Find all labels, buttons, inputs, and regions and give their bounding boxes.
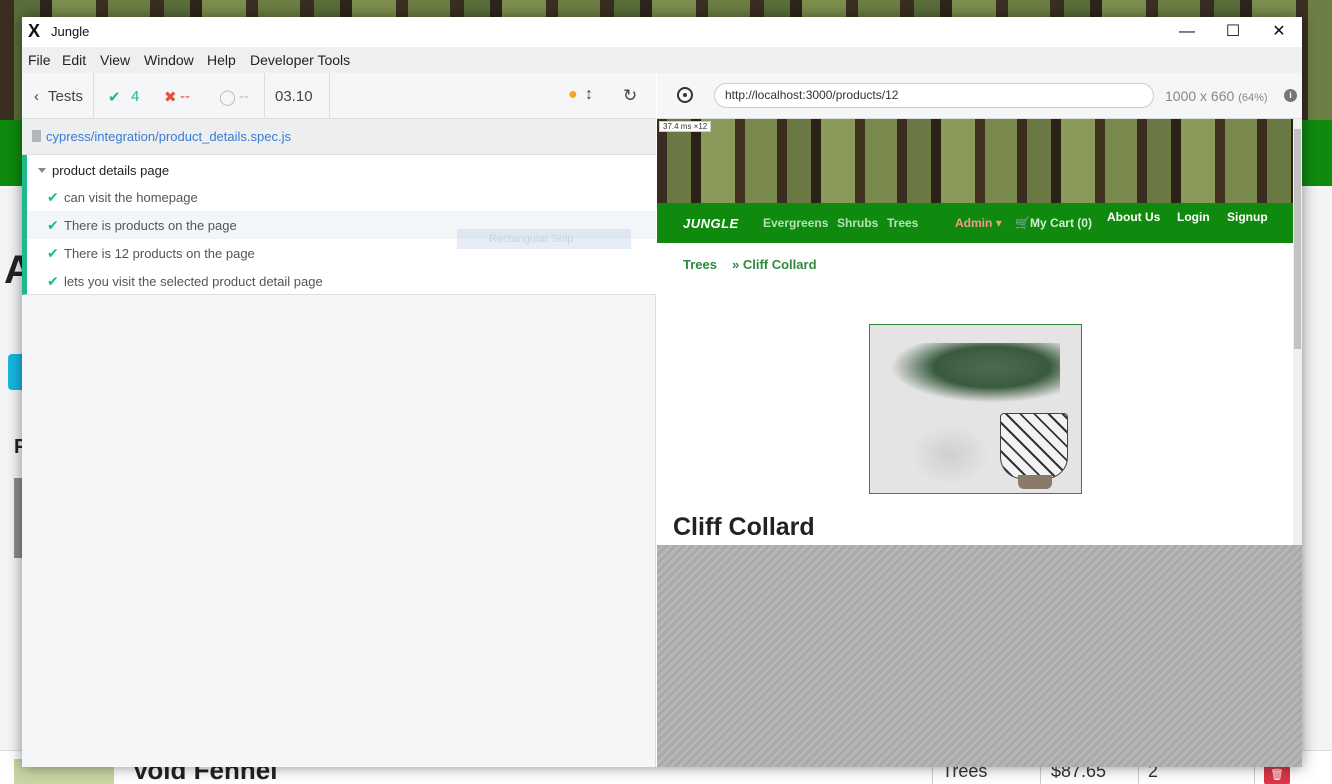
viewport-dimensions: 1000 x 660 [1165,88,1235,104]
selector-playground-icon[interactable] [677,87,693,103]
info-icon[interactable]: i [1284,89,1297,102]
file-icon [32,130,41,142]
stage-background [657,545,1302,767]
url-bar[interactable]: http://localhost:3000/products/12 [714,83,1154,108]
test-item[interactable]: ✔ can visit the homepage [27,183,656,211]
menu-bar: File Edit View Window Help Developer Too… [22,47,1302,73]
application-under-test: 37.4 ms ×12 JUNGLE Evergreens Shrubs Tre… [657,119,1302,545]
breadcrumb-product[interactable]: » Cliff Collard [732,257,817,272]
test-item[interactable]: ✔ lets you visit the selected product de… [27,267,656,295]
brand-logo[interactable]: JUNGLE [683,216,739,231]
caret-down-icon: ▾ [995,216,1002,230]
duration: 03.10 [275,88,313,105]
check-icon: ✔ [47,245,59,261]
aut-scrollbar[interactable] [1293,119,1302,545]
menu-help[interactable]: Help [207,52,236,68]
nav-shrubs[interactable]: Shrubs [837,216,878,230]
viewport-scale: (64%) [1238,92,1268,104]
nav-about[interactable]: About Us [1107,210,1160,224]
minimize-button[interactable]: — [1164,17,1210,47]
app-icon: X [28,21,41,41]
test-label: There is 12 products on the page [64,246,255,261]
menu-developer-tools[interactable]: Developer Tools [250,52,350,68]
snip-overlay: Rectangular Snip [457,229,631,249]
nav-evergreens[interactable]: Evergreens [763,216,828,230]
window-title: Jungle [51,24,90,39]
menu-window[interactable]: Window [144,52,194,68]
nav-login[interactable]: Login [1177,210,1210,224]
test-suite: product details page ✔ can visit the hom… [22,155,656,295]
caret-down-icon[interactable] [38,168,46,173]
delete-icon[interactable]: 🗑 [1264,765,1290,784]
product-title: Cliff Collard [673,513,815,541]
test-label: There is products on the page [64,218,237,233]
test-reporter: ‹ Tests ✔ 4 ✖ -- ◯ -- 03.10 ● ↕ ↻ cypres… [22,73,656,767]
timing-badge: 37.4 ms ×12 [659,121,712,132]
site-navbar: JUNGLE Evergreens Shrubs Trees Admin ▾ 🛒… [657,203,1293,243]
menu-view[interactable]: View [100,52,130,68]
pending-count: -- [239,88,249,105]
breadcrumb-category[interactable]: Trees [683,257,717,272]
viewport-size: 1000 x 660 (64%) [1165,88,1268,104]
maximize-button[interactable]: ☐ [1210,17,1256,47]
test-label: lets you visit the selected product deta… [64,274,323,289]
check-icon: ✔ [47,189,59,205]
check-icon: ✔ [108,89,121,106]
bonsai-foliage [890,343,1060,403]
nav-trees[interactable]: Trees [887,216,918,230]
autoscroll-toggle-icon[interactable]: ↕ [585,86,593,104]
nav-cart[interactable]: 🛒My Cart (0) [1015,216,1092,230]
check-icon: ✔ [47,217,59,233]
bonsai-pot [1000,413,1068,479]
spec-file-bar: cypress/integration/product_details.spec… [22,119,656,155]
hero-image [657,119,1293,203]
reporter-header: ‹ Tests ✔ 4 ✖ -- ◯ -- 03.10 ● ↕ ↻ [22,73,656,119]
check-icon: ✔ [47,273,59,289]
product-image [869,324,1082,494]
app-preview: http://localhost:3000/products/12 1000 x… [657,73,1302,767]
rerun-icon[interactable]: ↻ [623,86,637,106]
tests-back-label: Tests [48,88,84,105]
suite-title[interactable]: product details page [52,163,169,178]
menu-file[interactable]: File [28,52,51,68]
close-button[interactable]: ✕ [1256,17,1302,47]
test-label: can visit the homepage [64,190,198,205]
menu-edit[interactable]: Edit [62,52,86,68]
status-dot-icon: ● [568,86,578,103]
duration-section: 03.10 [265,73,330,118]
passed-count: 4 [131,88,140,105]
failed-count: -- [180,88,190,105]
fail-icon: ✖ [164,89,177,106]
cypress-window: X Jungle — ☐ ✕ File Edit View Window Hel… [22,17,1302,767]
nav-cart-label: My Cart (0) [1029,216,1092,230]
nav-admin-label: Admin [955,216,993,230]
runner-header: http://localhost:3000/products/12 1000 x… [657,73,1302,119]
stats-section: ✔ 4 ✖ -- ◯ -- [94,73,265,118]
pending-icon: ◯ [219,89,236,106]
cart-icon: 🛒 [1015,216,1030,230]
nav-signup[interactable]: Signup [1227,210,1268,224]
chevron-left-icon: ‹ [34,88,39,105]
spec-file-link[interactable]: cypress/integration/product_details.spec… [46,129,291,144]
tests-back-button[interactable]: ‹ Tests [22,73,94,118]
nav-admin[interactable]: Admin ▾ [955,216,1002,230]
title-bar: X Jungle — ☐ ✕ [22,17,1302,47]
